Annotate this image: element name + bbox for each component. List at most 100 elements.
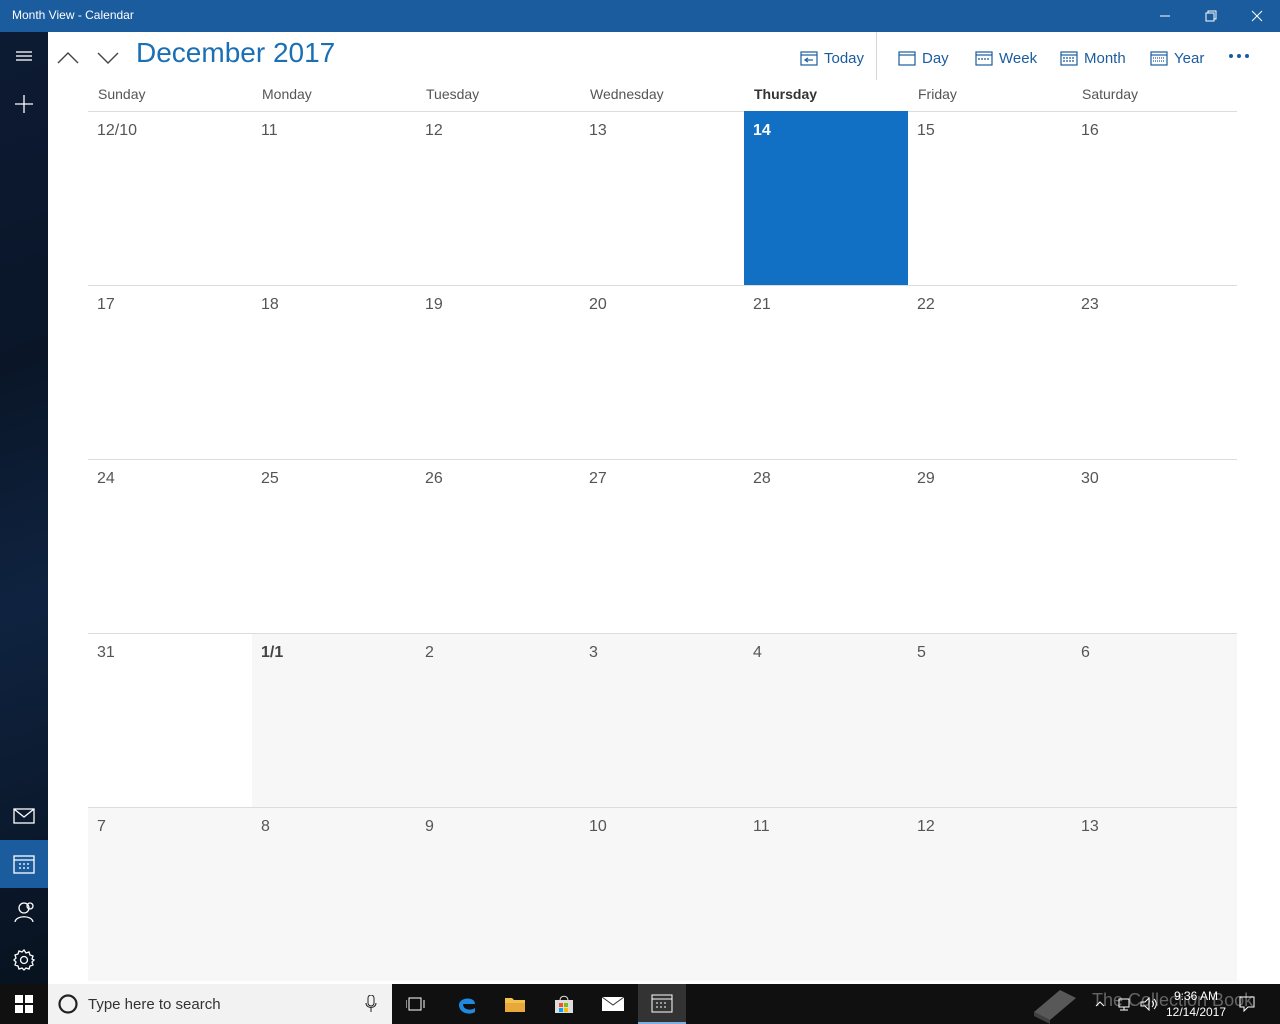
day-cell[interactable]: 6	[1072, 633, 1237, 807]
day-cell[interactable]: 1/1	[252, 633, 416, 807]
day-cell[interactable]: 31	[88, 633, 252, 807]
today-icon	[800, 51, 818, 66]
day-cell[interactable]: 4	[744, 633, 908, 807]
day-number: 31	[97, 644, 115, 661]
close-button[interactable]	[1234, 0, 1280, 32]
search-placeholder: Type here to search	[88, 996, 221, 1013]
file-explorer-button[interactable]	[491, 984, 539, 1024]
restore-button[interactable]	[1188, 0, 1234, 32]
day-number: 5	[917, 644, 926, 661]
day-cell[interactable]: 5	[908, 633, 1072, 807]
weekday-header-tuesday: Tuesday	[426, 86, 480, 102]
day-number: 3	[589, 644, 598, 661]
day-cell[interactable]: 13	[1072, 807, 1237, 981]
day-cell[interactable]: 30	[1072, 459, 1237, 633]
network-button[interactable]	[1114, 984, 1136, 1024]
day-cell[interactable]: 11	[744, 807, 908, 981]
day-number: 12	[425, 122, 443, 139]
more-options-button[interactable]	[1228, 44, 1252, 68]
day-cell[interactable]: 16	[1072, 111, 1237, 285]
day-cell[interactable]: 9	[416, 807, 580, 981]
day-number: 23	[1081, 296, 1099, 313]
today-button[interactable]: Today	[800, 44, 864, 72]
day-cell[interactable]: 12	[416, 111, 580, 285]
year-view-button[interactable]: Year	[1150, 44, 1204, 72]
people-button[interactable]	[0, 888, 48, 936]
task-view-button[interactable]	[392, 984, 440, 1024]
new-event-button[interactable]	[0, 80, 48, 128]
day-number: 1/1	[261, 644, 284, 661]
day-cell[interactable]: 21	[744, 285, 908, 459]
more-dot	[1237, 54, 1241, 58]
weekday-header-monday: Monday	[262, 86, 312, 102]
chevron-down-icon	[97, 52, 119, 64]
calendar-button[interactable]	[0, 840, 48, 888]
minimize-button[interactable]	[1142, 0, 1188, 32]
clock-time: 9:36 AM	[1173, 989, 1219, 1003]
day-cell[interactable]: 24	[88, 459, 252, 633]
day-cell[interactable]: 25	[252, 459, 416, 633]
weekday-header-friday: Friday	[918, 86, 957, 102]
day-number: 15	[917, 122, 935, 139]
hamburger-icon	[16, 51, 32, 61]
day-cell[interactable]: 8	[252, 807, 416, 981]
month-title[interactable]: December 2017	[136, 37, 335, 69]
day-number: 8	[261, 818, 270, 835]
day-cell[interactable]: 13	[580, 111, 744, 285]
previous-month-button[interactable]	[50, 42, 86, 74]
day-number: 24	[97, 470, 115, 487]
month-view-button[interactable]: Month	[1060, 44, 1126, 72]
hamburger-menu-button[interactable]	[0, 32, 48, 80]
day-cell[interactable]: 3	[580, 633, 744, 807]
day-cell[interactable]: 29	[908, 459, 1072, 633]
day-number: 4	[753, 644, 762, 661]
day-cell[interactable]: 12/10	[88, 111, 252, 285]
day-cell[interactable]: 15	[908, 111, 1072, 285]
day-cell-today[interactable]: 14	[744, 111, 908, 285]
day-cell[interactable]: 11	[252, 111, 416, 285]
chevron-up-icon	[1095, 1001, 1105, 1007]
day-number: 9	[425, 818, 434, 835]
day-cell[interactable]: 10	[580, 807, 744, 981]
day-number: 13	[1081, 818, 1099, 835]
day-cell[interactable]: 23	[1072, 285, 1237, 459]
day-cell[interactable]: 20	[580, 285, 744, 459]
more-dot	[1245, 54, 1249, 58]
taskbar-clock[interactable]: 9:36 AM 12/14/2017	[1158, 988, 1234, 1020]
day-cell[interactable]: 28	[744, 459, 908, 633]
day-number: 11	[261, 122, 278, 139]
week-view-icon	[975, 51, 993, 66]
next-month-button[interactable]	[90, 42, 126, 74]
day-number: 12/10	[97, 122, 138, 139]
show-hidden-icons-button[interactable]	[1090, 984, 1110, 1024]
calendar-icon	[13, 855, 35, 874]
settings-button[interactable]	[0, 936, 48, 984]
day-cell[interactable]: 2	[416, 633, 580, 807]
day-cell[interactable]: 7	[88, 807, 252, 981]
edge-icon	[459, 998, 475, 1014]
day-cell[interactable]: 18	[252, 285, 416, 459]
edge-browser-button[interactable]	[443, 984, 491, 1024]
action-center-button[interactable]	[1236, 984, 1258, 1024]
store-button[interactable]	[540, 984, 588, 1024]
day-cell[interactable]: 27	[580, 459, 744, 633]
day-number: 21	[753, 296, 771, 313]
start-button[interactable]	[0, 984, 48, 1024]
day-cell[interactable]: 17	[88, 285, 252, 459]
day-cell[interactable]: 22	[908, 285, 1072, 459]
day-cell[interactable]: 19	[416, 285, 580, 459]
day-cell[interactable]: 26	[416, 459, 580, 633]
window-title: Month View - Calendar	[12, 8, 134, 22]
week-view-button[interactable]: Week	[975, 44, 1037, 72]
month-grid: Sunday Monday Tuesday Wednesday Thursday Frid…	[88, 82, 1237, 984]
volume-button[interactable]	[1138, 984, 1160, 1024]
day-cell[interactable]: 12	[908, 807, 1072, 981]
taskbar-search-box[interactable]: Type here to search	[48, 984, 392, 1024]
microphone-icon[interactable]	[365, 995, 377, 1013]
store-icon	[555, 995, 573, 1013]
mail-button[interactable]	[0, 792, 48, 840]
day-view-button[interactable]: Day	[898, 44, 949, 72]
day-number: 25	[261, 470, 279, 487]
calendar-app-button[interactable]	[638, 984, 686, 1024]
mail-app-button[interactable]	[589, 984, 637, 1024]
